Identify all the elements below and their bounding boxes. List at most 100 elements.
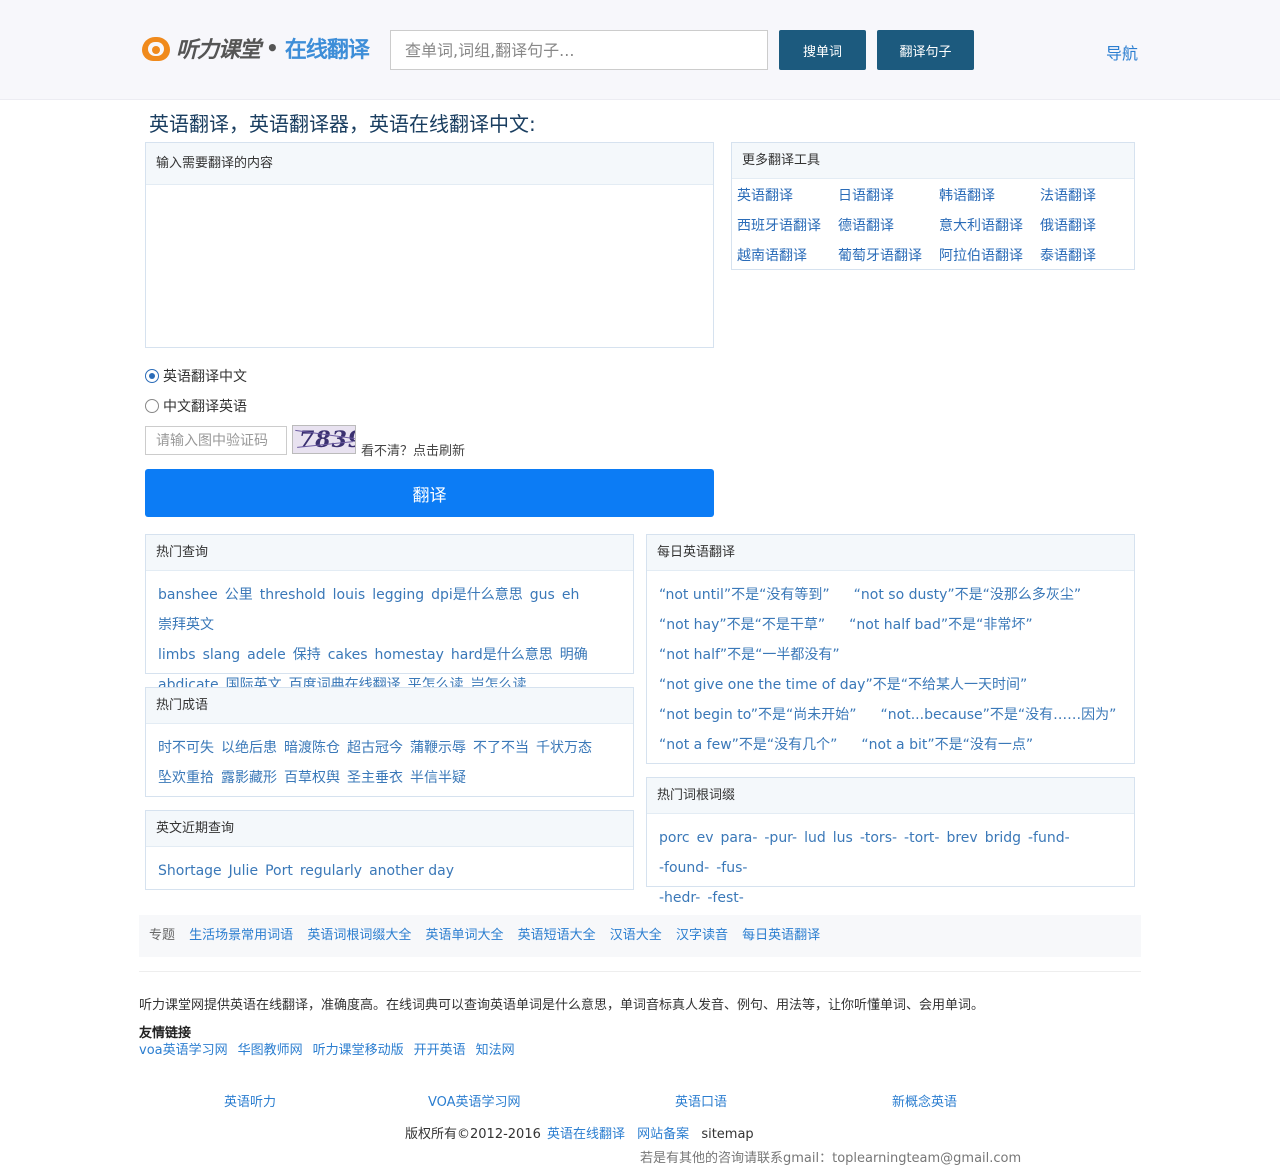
idiom-link[interactable]: 圣主垂衣 xyxy=(347,770,403,786)
root-link[interactable]: lus xyxy=(833,830,853,846)
tool-link[interactable]: 法语翻译 xyxy=(1040,181,1136,211)
hot-query-link[interactable]: cakes xyxy=(328,647,368,663)
hot-query-link[interactable]: dpi是什么意思 xyxy=(431,587,523,603)
captcha-image[interactable]: 7839 xyxy=(292,425,356,454)
footer-link[interactable]: VOA英语学习网 xyxy=(428,1091,521,1110)
nav-link[interactable]: 导航 xyxy=(1106,40,1138,64)
topic-link[interactable]: 英语短语大全 xyxy=(518,928,596,943)
root-link[interactable]: -fund- xyxy=(1028,830,1070,846)
hot-query-link[interactable]: louis xyxy=(333,587,366,603)
hot-query-link[interactable]: legging xyxy=(372,587,424,603)
topic-link[interactable]: 汉字读音 xyxy=(676,928,728,943)
hot-query-link[interactable]: homestay xyxy=(375,647,444,663)
idiom-link[interactable]: 时不可失 xyxy=(158,740,214,756)
idiom-link[interactable]: 坠欢重拾 xyxy=(158,770,214,786)
topic-link[interactable]: 生活场景常用词语 xyxy=(189,928,293,943)
recent-query-link[interactable]: regularly xyxy=(300,863,362,879)
hot-query-link[interactable]: slang xyxy=(203,647,241,663)
radio-unselected-icon[interactable] xyxy=(145,399,159,413)
hot-query-link[interactable]: threshold xyxy=(260,587,326,603)
tool-link[interactable]: 英语翻译 xyxy=(737,181,838,211)
root-link[interactable]: -tors- xyxy=(860,830,897,846)
tool-link[interactable]: 韩语翻译 xyxy=(939,181,1040,211)
daily-link[interactable]: “not begin to”不是“尚未开始” xyxy=(659,707,857,723)
idiom-link[interactable]: 以绝后患 xyxy=(221,740,277,756)
hot-query-link[interactable]: 明确 xyxy=(560,647,588,663)
daily-link[interactable]: “not so dusty”不是“没那么多灰尘” xyxy=(854,587,1082,603)
translate-sentence-button[interactable]: 翻译句子 xyxy=(877,30,974,70)
root-link[interactable]: -hedr- xyxy=(659,890,700,906)
topic-link[interactable]: 英语词根词缀大全 xyxy=(307,928,411,943)
idiom-link[interactable]: 不了不当 xyxy=(473,740,529,756)
tool-link[interactable]: 俄语翻译 xyxy=(1040,211,1136,241)
root-link[interactable]: -fest- xyxy=(707,890,743,906)
translate-textarea[interactable] xyxy=(146,185,712,345)
hot-query-link[interactable]: banshee xyxy=(158,587,218,603)
footer-link[interactable]: 英语听力 xyxy=(224,1091,276,1110)
root-link[interactable]: -fus- xyxy=(716,860,747,876)
hot-query-link[interactable]: 保持 xyxy=(293,647,321,663)
root-link[interactable]: -pur- xyxy=(764,830,797,846)
tool-link[interactable]: 泰语翻译 xyxy=(1040,241,1136,271)
tool-link[interactable]: 德语翻译 xyxy=(838,211,939,241)
daily-link[interactable]: “not...because”不是“没有……因为” xyxy=(881,707,1117,723)
footer-link[interactable]: 英语口语 xyxy=(675,1091,727,1110)
daily-link[interactable]: “not a bit”不是“没有一点” xyxy=(861,737,1033,753)
tool-link[interactable]: 意大利语翻译 xyxy=(939,211,1040,241)
copyright-link-translate[interactable]: 英语在线翻译 xyxy=(547,1127,625,1142)
recent-query-link[interactable]: another day xyxy=(369,863,454,879)
friend-link[interactable]: 开开英语 xyxy=(414,1043,466,1058)
root-link[interactable]: brev xyxy=(946,830,977,846)
tool-link[interactable]: 西班牙语翻译 xyxy=(737,211,838,241)
radio-selected-icon[interactable] xyxy=(145,369,159,383)
idiom-link[interactable]: 百草权舆 xyxy=(284,770,340,786)
hot-query-link[interactable]: gus xyxy=(530,587,555,603)
hot-query-link[interactable]: adele xyxy=(247,647,286,663)
idiom-link[interactable]: 超古冠今 xyxy=(347,740,403,756)
captcha-input[interactable] xyxy=(145,426,287,455)
daily-link[interactable]: “not until”不是“没有等到” xyxy=(659,587,830,603)
recent-query-link[interactable]: Port xyxy=(265,863,293,879)
recent-query-link[interactable]: Julie xyxy=(229,863,258,879)
search-input[interactable] xyxy=(390,30,768,70)
friend-link[interactable]: 知法网 xyxy=(476,1043,515,1058)
hot-query-link[interactable]: eh xyxy=(562,587,580,603)
daily-link[interactable]: “not half bad”不是“非常坏” xyxy=(849,617,1032,633)
idiom-link[interactable]: 半信半疑 xyxy=(410,770,466,786)
radio-zh-to-en[interactable]: 中文翻译英语 xyxy=(145,396,247,416)
captcha-refresh-link[interactable]: 看不清？点击刷新 xyxy=(361,440,465,459)
daily-link[interactable]: “not half”不是“一半都没有” xyxy=(659,647,840,663)
sitemap-link[interactable]: sitemap xyxy=(701,1127,753,1142)
idiom-link[interactable]: 露影藏形 xyxy=(221,770,277,786)
tool-link[interactable]: 越南语翻译 xyxy=(737,241,838,271)
hot-query-link[interactable]: 崇拜英文 xyxy=(158,617,214,633)
daily-link[interactable]: “not hay”不是“不是干草” xyxy=(659,617,825,633)
daily-link[interactable]: “not give one the time of day”不是“不给某人一天时… xyxy=(659,677,1027,693)
site-logo[interactable]: 听力课堂 • 在线翻译 xyxy=(141,33,370,63)
footer-link[interactable]: 新概念英语 xyxy=(892,1091,957,1110)
idiom-link[interactable]: 蒲鞭示辱 xyxy=(410,740,466,756)
tool-link[interactable]: 日语翻译 xyxy=(838,181,939,211)
hot-query-link[interactable]: limbs xyxy=(158,647,196,663)
recent-query-link[interactable]: Shortage xyxy=(158,863,222,879)
root-link[interactable]: -tort- xyxy=(904,830,939,846)
friend-link[interactable]: voa英语学习网 xyxy=(139,1043,228,1058)
idiom-link[interactable]: 暗渡陈仓 xyxy=(284,740,340,756)
tool-link[interactable]: 葡萄牙语翻译 xyxy=(838,241,939,271)
root-link[interactable]: bridg xyxy=(985,830,1021,846)
search-word-button[interactable]: 搜单词 xyxy=(779,30,866,70)
topic-link[interactable]: 每日英语翻译 xyxy=(742,928,820,943)
tool-link[interactable]: 阿拉伯语翻译 xyxy=(939,241,1040,271)
root-link[interactable]: -found- xyxy=(659,860,709,876)
translate-button[interactable]: 翻译 xyxy=(145,469,714,517)
root-link[interactable]: para- xyxy=(721,830,758,846)
root-link[interactable]: lud xyxy=(804,830,826,846)
radio-en-to-zh[interactable]: 英语翻译中文 xyxy=(145,366,247,386)
root-link[interactable]: ev xyxy=(697,830,714,846)
copyright-link-record[interactable]: 网站备案 xyxy=(637,1127,689,1142)
root-link[interactable]: porc xyxy=(659,830,690,846)
topic-link[interactable]: 英语单词大全 xyxy=(425,928,503,943)
hot-query-link[interactable]: 公里 xyxy=(225,587,253,603)
friend-link[interactable]: 听力课堂移动版 xyxy=(313,1043,404,1058)
daily-link[interactable]: “not a few”不是“没有几个” xyxy=(659,737,837,753)
